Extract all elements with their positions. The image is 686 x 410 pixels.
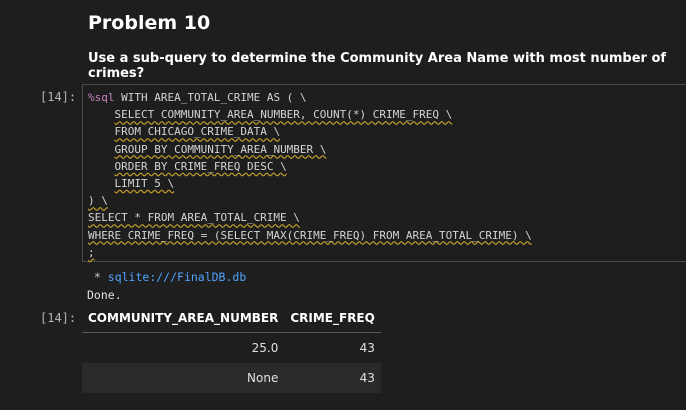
output-prompt: [14]: — [40, 311, 77, 325]
table-cell: 43 — [359, 341, 375, 355]
output-star: * — [87, 270, 108, 284]
code-line-1-text: WITH AREA_TOTAL_CRIME AS ( \ — [114, 91, 307, 104]
table-header-row: COMMUNITY_AREA_NUMBER CRIME_FREQ — [82, 304, 381, 333]
table-cell: 43 — [284, 363, 381, 393]
code-line-10: ; — [88, 245, 95, 259]
problem-question: Use a sub-query to determine the Communi… — [88, 51, 667, 81]
code-line-6: LIMIT 5 \ — [114, 177, 175, 191]
code-line-2: SELECT COMMUNITY_AREA_NUMBER, COUNT(*) C… — [114, 108, 453, 122]
problem-heading: Problem 10 — [88, 12, 211, 34]
code-line-7: ) \ — [88, 194, 108, 208]
code-line-8: SELECT * FROM AREA_TOTAL_CRIME \ — [88, 211, 300, 225]
table-row: None 43 — [82, 363, 381, 393]
input-prompt: [14]: — [40, 90, 77, 104]
connection-line: * sqlite:///FinalDB.db — [87, 270, 246, 284]
code-line-3: FROM CHICAGO_CRIME_DATA \ — [114, 125, 281, 139]
connection-string[interactable]: sqlite:///FinalDB.db — [108, 270, 246, 284]
code-line-4: GROUP BY COMMUNITY_AREA_NUMBER \ — [114, 142, 327, 156]
column-header-community-area-number: COMMUNITY_AREA_NUMBER — [82, 304, 285, 333]
code-line-5: ORDER BY CRIME_FREQ DESC \ — [114, 159, 287, 173]
table-cell: 25.0 — [251, 341, 279, 355]
code-line-9: WHERE CRIME_FREQ = (SELECT MAX(CRIME_FRE… — [88, 228, 532, 242]
table-cell: None — [82, 363, 285, 393]
sql-magic: %sql — [88, 91, 115, 104]
code-line-1: %sql WITH AREA_TOTAL_CRIME AS ( \ — [88, 91, 307, 104]
code-editor[interactable]: %sql WITH AREA_TOTAL_CRIME AS ( \ SELECT… — [82, 84, 686, 262]
column-header-crime-freq: CRIME_FREQ — [284, 304, 381, 333]
done-text: Done. — [87, 288, 122, 302]
table-row: 25.0 43 — [82, 333, 381, 364]
result-table: COMMUNITY_AREA_NUMBER CRIME_FREQ 25.0 43… — [82, 304, 381, 393]
